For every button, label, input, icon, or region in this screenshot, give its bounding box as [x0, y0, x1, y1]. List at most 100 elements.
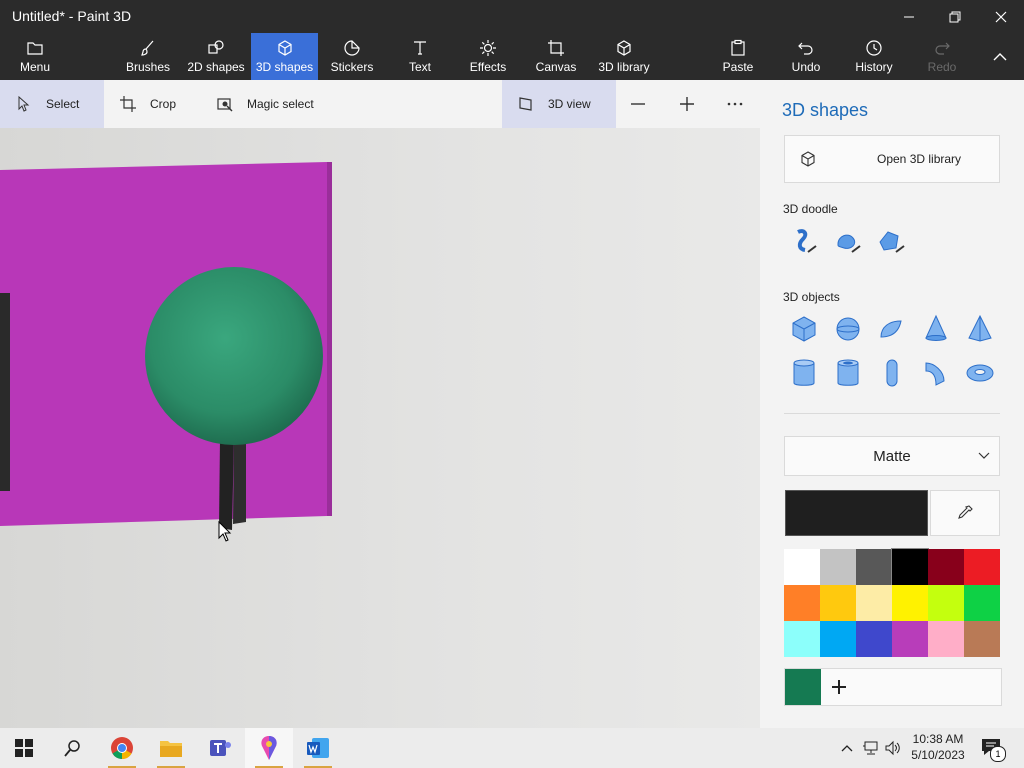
sphere-shape-icon[interactable] [832, 313, 864, 345]
select-tool[interactable]: Select [0, 80, 104, 128]
menu-button[interactable]: Menu [10, 33, 60, 80]
current-color-swatch[interactable] [785, 490, 928, 536]
elbow-tube-shape-icon[interactable] [920, 357, 952, 389]
volume-icon[interactable] [885, 740, 901, 756]
library-icon [801, 151, 815, 167]
chrome-taskbar-button[interactable] [98, 728, 146, 768]
minimize-button[interactable] [886, 0, 932, 33]
text-icon [414, 41, 426, 55]
word-taskbar-button[interactable] [294, 728, 342, 768]
zoom-in-button[interactable] [679, 80, 695, 128]
shapes-2d-label: 2D shapes [187, 60, 245, 74]
donut-shape-icon[interactable] [964, 357, 996, 389]
redo-button[interactable]: Redo [922, 33, 962, 80]
notification-count: 1 [990, 746, 1006, 762]
ellipsis-icon [727, 102, 743, 106]
palette-swatch[interactable] [891, 548, 929, 586]
hemisphere-shape-icon[interactable] [876, 313, 908, 345]
network-icon[interactable] [862, 740, 880, 756]
close-icon [995, 11, 1007, 22]
taskbar-clock[interactable]: 10:38 AM 5/10/2023 [906, 731, 970, 763]
palette-swatch[interactable] [820, 621, 856, 657]
sharp-edge-doodle-icon[interactable] [788, 226, 820, 258]
tree-trunk-right[interactable] [233, 438, 246, 524]
drawing-canvas[interactable] [0, 128, 760, 728]
undo-button[interactable]: Undo [786, 33, 826, 80]
menu-label: Menu [19, 60, 51, 74]
palette-swatch[interactable] [784, 549, 820, 585]
select-label: Select [46, 97, 80, 111]
tree-trunk-left[interactable] [219, 438, 234, 530]
shapes-3d-panel: 3D shapes Open 3D library 3D doodle 3D o… [760, 80, 1024, 728]
pyramid-shape-icon[interactable] [964, 313, 996, 345]
chevron-up-icon[interactable] [840, 741, 854, 755]
custom-color-swatch[interactable] [785, 669, 821, 705]
shapes-3d-tab[interactable]: 3D shapes [251, 33, 318, 80]
stickers-tab[interactable]: Stickers [328, 33, 376, 80]
library-3d-tab[interactable]: 3D library [596, 33, 652, 80]
palette-swatch[interactable] [928, 549, 964, 585]
palette-swatch[interactable] [784, 585, 820, 621]
palette-swatch[interactable] [928, 621, 964, 657]
tube-doodle-icon[interactable] [876, 226, 908, 258]
material-dropdown[interactable]: Matte [784, 436, 1000, 476]
paint3d-taskbar-button[interactable] [245, 728, 293, 768]
palette-swatch[interactable] [892, 585, 928, 621]
clock-time: 10:38 AM [912, 732, 964, 746]
add-color-icon[interactable] [831, 679, 847, 695]
cube-shape-icon[interactable] [788, 313, 820, 345]
view-3d-toggle[interactable]: 3D view [502, 80, 616, 128]
search-button[interactable] [48, 728, 96, 768]
teams-taskbar-button[interactable] [196, 728, 244, 768]
plane-edge [327, 162, 332, 516]
text-tab[interactable]: Text [400, 33, 440, 80]
start-button[interactable] [0, 728, 48, 768]
more-options-button[interactable] [727, 80, 743, 128]
effects-label: Effects [469, 60, 507, 74]
sticker-icon [344, 40, 360, 56]
palette-swatch[interactable] [784, 621, 820, 657]
canvas-tab[interactable]: Canvas [534, 33, 578, 80]
open-3d-library-button[interactable]: Open 3D library [784, 135, 1000, 183]
green-sphere-shape[interactable] [145, 267, 323, 445]
redo-label: Redo [927, 60, 957, 74]
custom-colors-row [784, 668, 1002, 706]
open-library-label: Open 3D library [877, 152, 962, 166]
restore-button[interactable] [932, 0, 978, 33]
capsule-shape-icon[interactable] [876, 357, 908, 389]
scene-3d[interactable] [0, 128, 760, 728]
palette-swatch[interactable] [928, 585, 964, 621]
notification-center-button[interactable]: 1 [980, 736, 1006, 762]
brushes-tab[interactable]: Brushes [122, 33, 174, 80]
eyedropper-icon [958, 505, 973, 519]
zoom-out-button[interactable] [630, 80, 646, 128]
cone-shape-icon[interactable] [920, 313, 952, 345]
palette-swatch[interactable] [856, 585, 892, 621]
palette-swatch[interactable] [964, 549, 1000, 585]
eyedropper-button[interactable] [930, 490, 1000, 536]
title-bar: Untitled* - Paint 3D [0, 0, 1024, 33]
palette-swatch[interactable] [820, 585, 856, 621]
paste-button[interactable]: Paste [718, 33, 758, 80]
palette-swatch[interactable] [964, 585, 1000, 621]
effects-tab[interactable]: Effects [466, 33, 510, 80]
tube-shape-icon[interactable] [832, 357, 864, 389]
file-explorer-taskbar-button[interactable] [147, 728, 195, 768]
palette-swatch[interactable] [892, 621, 928, 657]
history-button[interactable]: History [851, 33, 897, 80]
left-post-shape[interactable] [0, 293, 10, 491]
soft-edge-doodle-icon[interactable] [832, 226, 864, 258]
palette-swatch[interactable] [964, 621, 1000, 657]
crop-tool[interactable]: Crop [120, 80, 176, 128]
library-3d-label: 3D library [598, 60, 650, 74]
folder-icon [27, 42, 43, 55]
palette-swatch[interactable] [856, 549, 892, 585]
close-button[interactable] [978, 0, 1024, 33]
shapes-2d-tab[interactable]: 2D shapes [186, 33, 246, 80]
ribbon: Menu Brushes 2D shapes 3D shapes Sticker… [0, 33, 1024, 80]
palette-swatch[interactable] [820, 549, 856, 585]
palette-swatch[interactable] [856, 621, 892, 657]
cylinder-shape-icon[interactable] [788, 357, 820, 389]
magic-select-tool[interactable]: Magic select [217, 80, 314, 128]
collapse-ribbon-button[interactable] [980, 33, 1020, 80]
